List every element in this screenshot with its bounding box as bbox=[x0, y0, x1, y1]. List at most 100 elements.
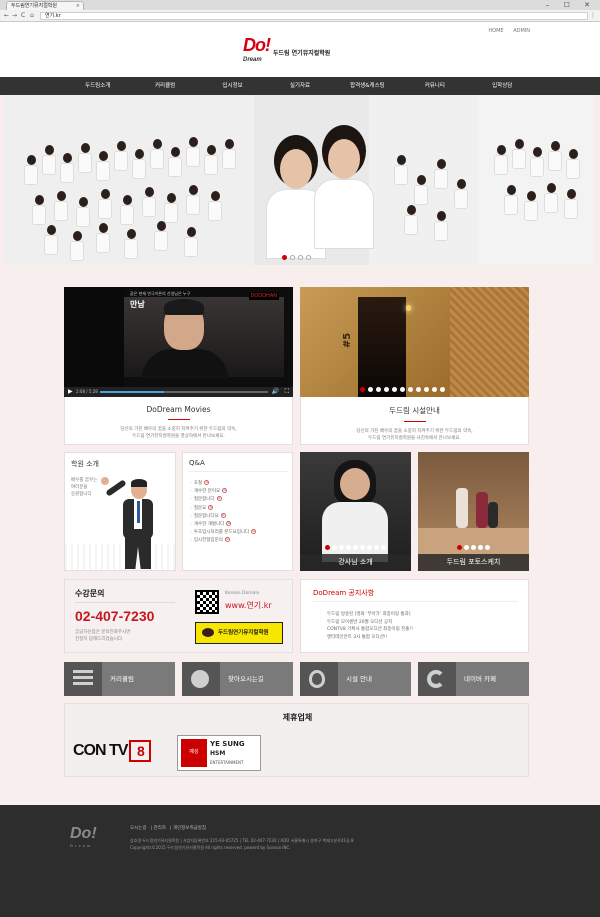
student-figure bbox=[504, 195, 518, 215]
yesung-logo[interactable]: 예성 YE SUNG HSM ENTERTAINMENT bbox=[177, 735, 261, 771]
notice-item[interactable]: 엔터테인먼트 3사 통합 오디션!! bbox=[327, 634, 413, 642]
close-icon[interactable]: × bbox=[76, 2, 80, 10]
student-figure bbox=[397, 155, 406, 165]
play-icon[interactable]: ▶ bbox=[68, 388, 73, 395]
pagination-dot[interactable] bbox=[332, 545, 337, 550]
back-icon[interactable]: ← bbox=[4, 12, 9, 19]
hero-slider[interactable] bbox=[4, 95, 594, 265]
nav-item-about[interactable]: 두드림소개 bbox=[64, 77, 131, 95]
nav-item-practice-materials[interactable]: 실기자료 bbox=[266, 77, 333, 95]
kakao-button[interactable]: 두드림연기뮤지컬학원 bbox=[195, 622, 283, 644]
naver-cafe-quick-button[interactable]: 네이버 카페 bbox=[418, 662, 529, 696]
pagination-dot[interactable] bbox=[360, 387, 365, 392]
pagination-dot[interactable] bbox=[381, 545, 386, 550]
pagination-dot[interactable] bbox=[367, 545, 372, 550]
curriculum-quick-button[interactable]: 커리큘럼 bbox=[64, 662, 175, 696]
contact-card: 수강문의 02-407-7230 궁금하신점은 문의전화주시면 친절히 답해드리겠… bbox=[64, 579, 293, 653]
qa-item[interactable]: 질문요N bbox=[191, 504, 256, 513]
qa-item[interactable]: 개수한 개벌니다N bbox=[191, 521, 256, 529]
video-progress[interactable] bbox=[100, 391, 268, 393]
pagination-dot[interactable] bbox=[392, 387, 397, 392]
notice-item[interactable]: 두드림 방송된 [영화 '무아가' 최종이링 통과] bbox=[327, 611, 413, 619]
pagination-dot[interactable] bbox=[400, 387, 405, 392]
reload-icon[interactable]: C bbox=[21, 12, 25, 19]
facility-quick-button[interactable]: 시설 안내 bbox=[300, 662, 411, 696]
student-figure bbox=[117, 141, 126, 151]
pagination-dot[interactable] bbox=[368, 387, 373, 392]
home-icon[interactable]: ⌂ bbox=[30, 12, 34, 19]
korean-domain[interactable]: www.연기.kr bbox=[225, 600, 272, 611]
qa-item[interactable]: 개수한 분이요N bbox=[191, 488, 256, 496]
movies-title[interactable]: DoDream Movies bbox=[64, 405, 293, 414]
academy-intro-card[interactable]: 학원 소개 배우를 꿈꾸는 여러분을 응원합니다 bbox=[64, 452, 176, 571]
home-link[interactable]: HOME bbox=[488, 28, 503, 34]
cheering-man-image bbox=[101, 475, 171, 570]
footer-link-admin[interactable]: 관리자 bbox=[154, 826, 166, 831]
student-figure bbox=[527, 191, 536, 201]
qa-item[interactable]: 질문합니다N bbox=[191, 496, 256, 504]
url-input[interactable]: 연기.kr bbox=[40, 12, 588, 20]
pagination-dot[interactable] bbox=[376, 387, 381, 392]
volume-icon[interactable]: 🔊 bbox=[272, 388, 279, 395]
nav-item-consultation[interactable]: 입학상담 bbox=[469, 77, 536, 95]
pagination-dot[interactable] bbox=[485, 545, 490, 550]
admin-link[interactable]: ADMIN bbox=[513, 28, 530, 34]
pagination-dot[interactable] bbox=[424, 387, 429, 392]
phone-number[interactable]: 02-407-7230 bbox=[75, 608, 154, 624]
footer-link-privacy[interactable]: 개인정보취급방침 bbox=[173, 826, 206, 831]
hero-dot[interactable] bbox=[290, 255, 295, 260]
student-figure bbox=[135, 149, 144, 159]
pagination-dot[interactable] bbox=[384, 387, 389, 392]
qa-title[interactable]: Q&A bbox=[189, 459, 205, 467]
qr-code-icon[interactable] bbox=[195, 590, 219, 614]
movies-caption: DoDream Movies 당신의 가진 배우의 꿈을 소중히 지켜주기 위한… bbox=[64, 405, 293, 440]
contv-logo[interactable]: CON TV 8 bbox=[73, 740, 152, 762]
fullscreen-icon[interactable]: ⛶ bbox=[285, 388, 289, 396]
pagination-dot[interactable] bbox=[360, 545, 365, 550]
notice-item[interactable]: CONTV8 기획사 통합오디션 최종이링 진출!! bbox=[327, 626, 413, 634]
student-figure bbox=[434, 169, 448, 189]
hero-dot[interactable] bbox=[298, 255, 303, 260]
menu-icon[interactable]: ⋮ bbox=[590, 12, 596, 19]
hero-dot[interactable] bbox=[306, 255, 311, 260]
qa-item[interactable]: 초철N bbox=[191, 480, 256, 488]
qa-item[interactable]: 입시전형입문의N bbox=[191, 537, 256, 545]
nav-item-curriculum[interactable]: 커리큘럼 bbox=[131, 77, 198, 95]
pagination-dot[interactable] bbox=[440, 387, 445, 392]
footer-link-directions[interactable]: 오시는길 bbox=[130, 826, 147, 831]
pagination-dot[interactable] bbox=[478, 545, 483, 550]
video-player[interactable]: 꿈은 현재 연극이론의 선생님은 누구 만남 DODOHAN ▶ 2:08 / … bbox=[64, 287, 293, 397]
directions-quick-button[interactable]: 찾아오시는길 bbox=[182, 662, 293, 696]
qa-item[interactable]: 질문합니다요N bbox=[191, 512, 256, 521]
pagination-dot[interactable] bbox=[471, 545, 476, 550]
pagination-dot[interactable] bbox=[432, 387, 437, 392]
pagination-dot[interactable] bbox=[325, 545, 330, 550]
qa-item[interactable]: 투호입시처리를 본드요입니다N bbox=[191, 529, 257, 537]
pagination-dot[interactable] bbox=[457, 545, 462, 550]
pagination-dot[interactable] bbox=[339, 545, 344, 550]
teacher-slider[interactable]: 강사님 소개 bbox=[300, 452, 411, 571]
nav-item-alumni-casting[interactable]: 합격생&캐스팅 bbox=[334, 77, 401, 95]
hero-dot[interactable] bbox=[282, 255, 287, 260]
compass-icon bbox=[191, 670, 209, 688]
pagination-dot[interactable] bbox=[464, 545, 469, 550]
pagination-dot[interactable] bbox=[416, 387, 421, 392]
pagination-dot[interactable] bbox=[374, 545, 379, 550]
pagination-dot[interactable] bbox=[408, 387, 413, 392]
nav-item-admission-info[interactable]: 입시정보 bbox=[199, 77, 266, 95]
pagination-dot[interactable] bbox=[353, 545, 358, 550]
forward-icon[interactable]: → bbox=[12, 12, 17, 19]
notice-list: 두드림 방송된 [영화 '무아가' 최종이링 통과] 두드림 모이센반 20월 … bbox=[327, 611, 413, 641]
notice-title[interactable]: DoDream 공지사항 bbox=[313, 588, 374, 598]
facility-title[interactable]: 두드림 시설안내 bbox=[300, 405, 529, 416]
window-controls[interactable]: – ☐ ✕ bbox=[546, 1, 596, 9]
photosketch-slider[interactable]: 두드림 포토스케치 bbox=[418, 452, 529, 571]
site-logo[interactable]: Do! Dream 두드림 연기뮤지컬학원 bbox=[243, 36, 330, 65]
nav-item-community[interactable]: 커뮤니티 bbox=[401, 77, 468, 95]
notice-item[interactable]: 두드림 모이센반 20월 오디션 공지 bbox=[327, 619, 413, 627]
browser-tab[interactable]: 두드림연기뮤지컬학원 × bbox=[6, 1, 84, 10]
logo-mark: Do! Dream bbox=[243, 34, 271, 63]
facility-slider[interactable]: #5 bbox=[300, 287, 529, 397]
student-figure bbox=[32, 205, 46, 225]
pagination-dot[interactable] bbox=[346, 545, 351, 550]
